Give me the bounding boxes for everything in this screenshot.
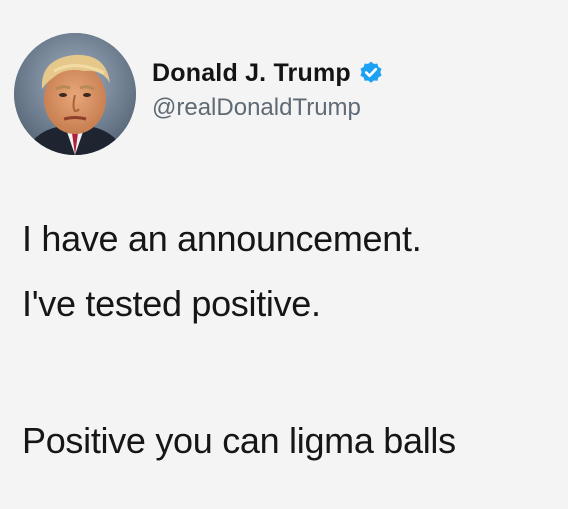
verified-badge-icon <box>358 60 384 86</box>
tweet-text-line-1: I have an announcement. <box>22 218 422 259</box>
tweet-text-line-2: I've tested positive. <box>22 283 321 324</box>
author-handle[interactable]: @realDonaldTrump <box>152 94 361 122</box>
tweet-text-line-3: Positive you can ligma balls <box>22 420 456 461</box>
avatar[interactable] <box>14 33 136 155</box>
display-name[interactable]: Donald J. Trump <box>152 59 351 88</box>
profile-photo-icon <box>14 33 136 155</box>
author-name-row: Donald J. Trump <box>152 56 384 90</box>
tweet-card: Donald J. Trump @realDonaldTrump I have … <box>0 0 568 509</box>
